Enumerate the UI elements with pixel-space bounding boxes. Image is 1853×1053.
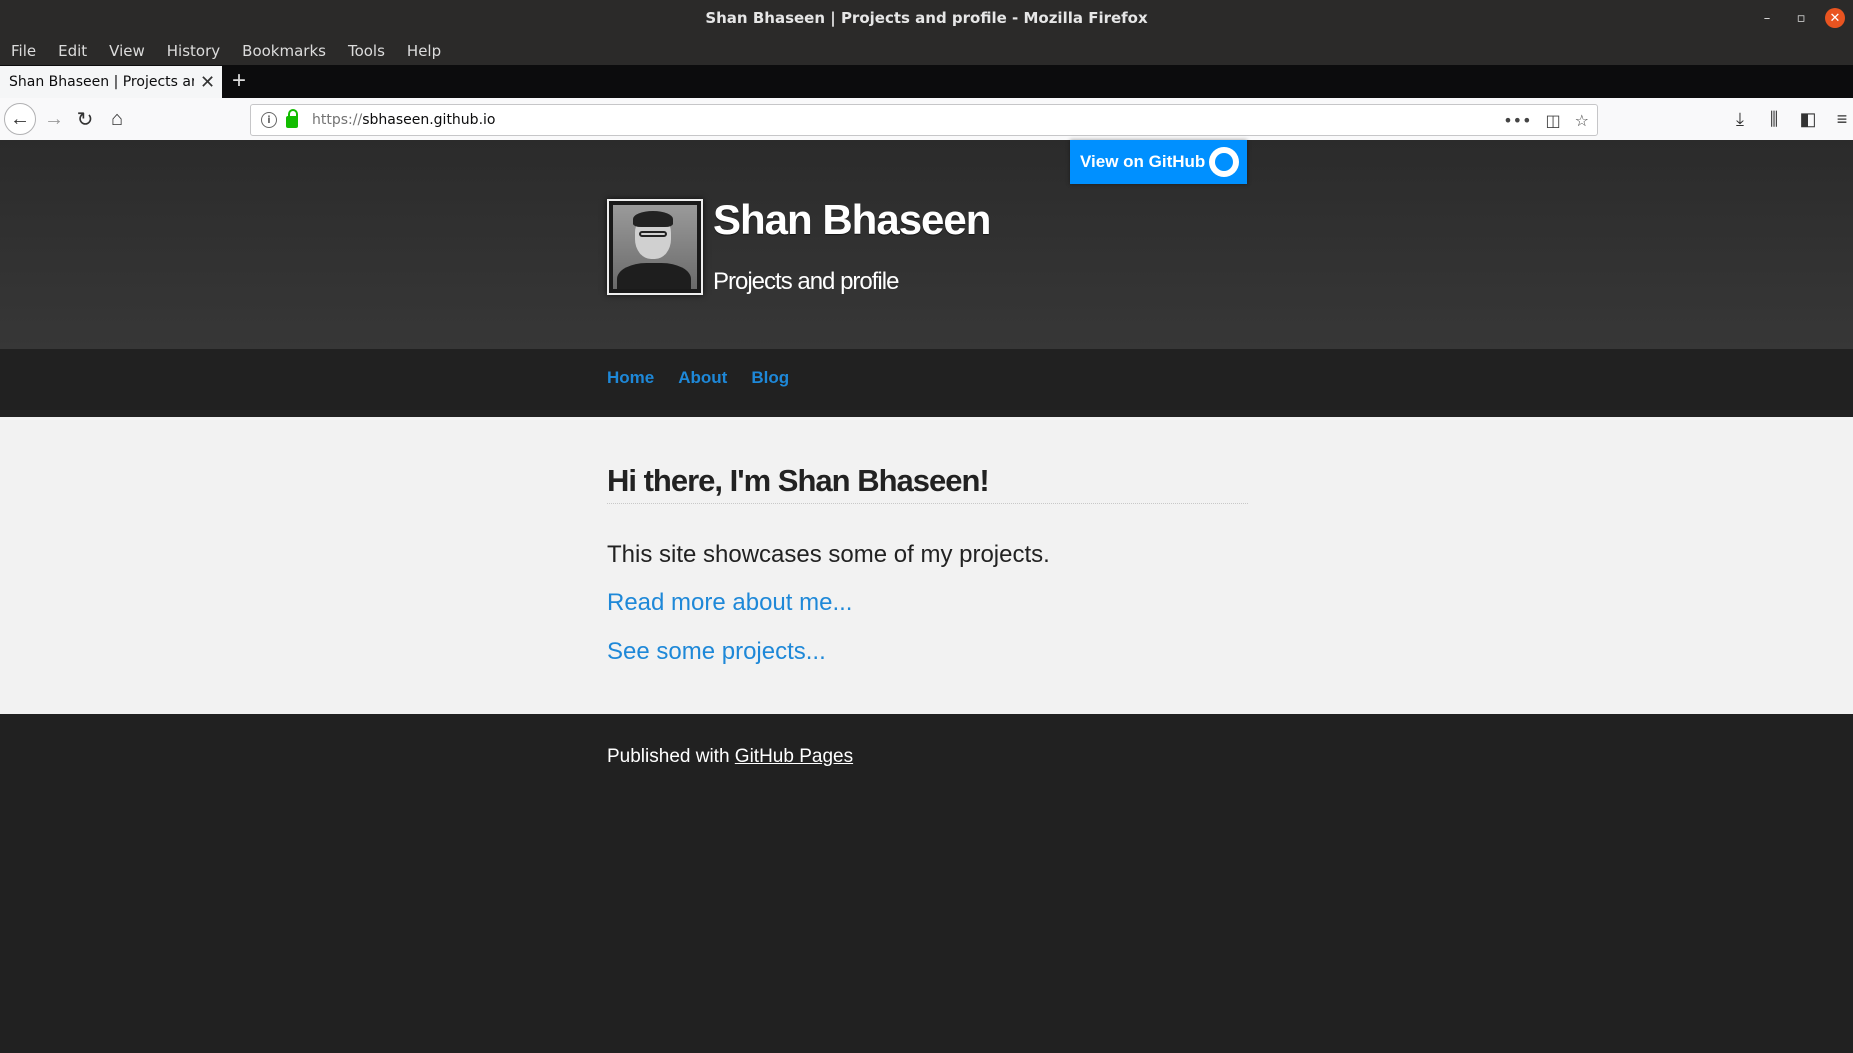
avatar xyxy=(607,199,703,295)
page-heading: Hi there, I'm Shan Bhaseen! xyxy=(607,463,1248,504)
url-actions: ••• ◫ ☆ xyxy=(1503,111,1589,130)
site-footer: Published with GitHub Pages xyxy=(0,714,1853,1053)
github-pages-link[interactable]: GitHub Pages xyxy=(735,746,853,767)
menu-view[interactable]: View xyxy=(98,42,156,60)
tab-title: Shan Bhaseen | Projects and xyxy=(9,74,194,90)
footer-prefix: Published with xyxy=(607,746,735,767)
restore-icon[interactable]: ▫ xyxy=(1791,8,1811,28)
nav-link-about[interactable]: About xyxy=(678,368,727,388)
view-on-github-button[interactable]: View on GitHub xyxy=(1070,140,1247,184)
lock-icon xyxy=(286,109,298,128)
close-window-icon[interactable]: ✕ xyxy=(1825,8,1845,28)
url-bar[interactable]: i https://sbhaseen.github.io ••• ◫ ☆ xyxy=(250,104,1598,136)
menu-edit[interactable]: Edit xyxy=(47,42,98,60)
new-tab-icon[interactable]: + xyxy=(232,68,246,94)
tab-close-icon[interactable]: ✕ xyxy=(200,72,215,93)
nav-link-home[interactable]: Home xyxy=(607,368,654,388)
navigation-toolbar: ← → ↻ ⌂ i https://sbhaseen.github.io •••… xyxy=(0,98,1853,141)
toolbar-right: ⤓ ⫼ ◧ ≡ xyxy=(1729,105,1853,133)
url-protocol: https:// xyxy=(312,112,363,128)
github-button-label: View on GitHub xyxy=(1080,152,1206,171)
nav-link-blog[interactable]: Blog xyxy=(751,368,789,388)
avatar-photo xyxy=(613,205,697,289)
back-arrow-icon[interactable]: ← xyxy=(4,103,36,135)
site-subtitle: Projects and profile xyxy=(713,268,899,295)
downloads-icon[interactable]: ⤓ xyxy=(1729,105,1751,133)
github-octocat-icon xyxy=(1209,147,1239,177)
bookmark-star-icon[interactable]: ☆ xyxy=(1575,111,1589,130)
home-icon[interactable]: ⌂ xyxy=(103,105,131,133)
info-icon[interactable]: i xyxy=(261,112,277,128)
web-page: View on GitHub Shan Bhaseen Projects and… xyxy=(0,140,1853,1053)
avatar-glasses xyxy=(639,231,667,237)
nav-links: Home About Blog xyxy=(607,368,789,388)
site-title[interactable]: Shan Bhaseen xyxy=(713,196,991,244)
projects-link[interactable]: See some projects... xyxy=(607,638,826,666)
footer-text: Published with GitHub Pages xyxy=(607,746,853,768)
main-content: Hi there, I'm Shan Bhaseen! This site sh… xyxy=(0,417,1853,714)
menu-history[interactable]: History xyxy=(156,42,231,60)
avatar-hair xyxy=(633,211,673,227)
hamburger-menu-icon[interactable]: ≡ xyxy=(1831,105,1853,133)
window-title: Shan Bhaseen | Projects and profile - Mo… xyxy=(705,9,1148,27)
menu-tools[interactable]: Tools xyxy=(337,42,396,60)
read-more-link[interactable]: Read more about me... xyxy=(607,589,852,617)
page-actions-icon[interactable]: ••• xyxy=(1503,111,1531,130)
tab-active[interactable]: Shan Bhaseen | Projects and ✕ xyxy=(0,66,222,98)
minimize-icon[interactable]: – xyxy=(1757,8,1777,28)
url-host: sbhaseen.github.io xyxy=(362,112,496,128)
menu-file[interactable]: File xyxy=(0,42,47,60)
url-text[interactable]: https://sbhaseen.github.io xyxy=(312,112,495,128)
menu-help[interactable]: Help xyxy=(396,42,452,60)
sidebar-icon[interactable]: ◧ xyxy=(1797,105,1819,133)
avatar-shirt xyxy=(617,263,691,289)
menubar: File Edit View History Bookmarks Tools H… xyxy=(0,37,1853,65)
window-titlebar: Shan Bhaseen | Projects and profile - Mo… xyxy=(0,0,1853,37)
library-icon[interactable]: ⫼ xyxy=(1763,105,1785,133)
reload-icon[interactable]: ↻ xyxy=(71,105,99,133)
site-header: View on GitHub Shan Bhaseen Projects and… xyxy=(0,140,1853,349)
intro-text: This site showcases some of my projects. xyxy=(607,541,1050,568)
menu-bookmarks[interactable]: Bookmarks xyxy=(231,42,337,60)
site-nav: Home About Blog xyxy=(0,349,1853,417)
pocket-icon[interactable]: ◫ xyxy=(1546,111,1561,130)
forward-arrow-icon[interactable]: → xyxy=(40,105,68,133)
tab-strip: Shan Bhaseen | Projects and ✕ + xyxy=(0,65,1853,98)
window-controls: – ▫ ✕ xyxy=(1757,8,1845,28)
